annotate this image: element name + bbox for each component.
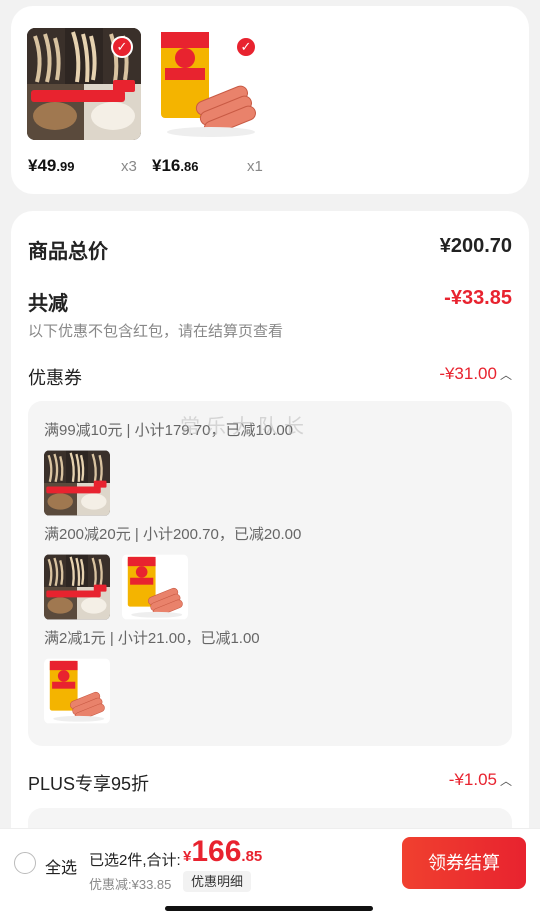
- discount-value: -¥33.85: [444, 287, 512, 309]
- discount-amount: 优惠减:¥33.85: [89, 877, 172, 892]
- discount-row: 共减 -¥33.85: [28, 287, 512, 316]
- select-all-radio[interactable]: [14, 852, 36, 874]
- product-quantity: x3: [121, 158, 137, 175]
- checkmark-icon[interactable]: ✓: [111, 36, 133, 58]
- checkout-button[interactable]: 领券结算: [402, 837, 526, 889]
- selected-products-card: ✓ ✓ ¥49.99 x3 ¥16.86 x1: [11, 6, 529, 194]
- coupon-title: 满2减1元 | 小计21.00，已减1.00: [44, 630, 260, 647]
- coupon-row[interactable]: 优惠券 -¥31.00 ︿: [28, 364, 512, 390]
- discount-label: 共减: [28, 293, 68, 315]
- product-image-sausage[interactable]: ✓: [151, 28, 265, 140]
- home-indicator[interactable]: [165, 906, 373, 911]
- discount-note: 以下优惠不包含红包，请在结算页查看: [28, 323, 284, 340]
- discount-detail-button[interactable]: 优惠明细: [183, 871, 252, 892]
- select-all-label[interactable]: 全选: [45, 854, 77, 878]
- sausage-photo: [44, 658, 110, 724]
- plus-label: PLUS专享95折: [28, 774, 150, 794]
- total-label: 商品总价: [28, 241, 108, 263]
- coupon-details: 满99减10元 | 小计179.70，已减10.00 满200减20元 | 小计…: [28, 401, 512, 746]
- total-value: ¥200.70: [439, 235, 512, 257]
- coupon-thumb-sausage: [122, 554, 188, 620]
- coupon-thumb-noodles: [44, 554, 110, 620]
- sausage-photo: [122, 554, 188, 620]
- noodles-photo: [44, 450, 110, 516]
- price-summary-card: 商品总价 ¥200.70 共减 -¥33.85 以下优惠不包含红包，请在结算页查…: [11, 211, 529, 919]
- coupon-thumb-sausage: [44, 658, 110, 724]
- product-price: ¥16.86: [152, 156, 199, 175]
- plus-discount-row[interactable]: PLUS专享95折 -¥1.05 ︿: [28, 770, 512, 796]
- coupon-value: -¥31.00 ︿: [439, 364, 512, 383]
- checkmark-icon[interactable]: ✓: [235, 36, 257, 58]
- total-row: 商品总价 ¥200.70: [28, 235, 512, 264]
- plus-value: -¥1.05 ︿: [448, 770, 512, 789]
- coupon-title: 满200减20元 | 小计200.70，已减20.00: [44, 526, 302, 543]
- coupon-thumb-noodles: [44, 450, 110, 516]
- noodles-photo: [44, 554, 110, 620]
- watermark: 常乐大队长: [180, 416, 310, 438]
- coupon-label: 优惠券: [28, 368, 82, 388]
- product-quantity: x1: [247, 158, 263, 175]
- chevron-up-icon[interactable]: ︿: [500, 774, 512, 788]
- product-price: ¥49.99: [28, 156, 75, 175]
- total-price: ¥166.85: [183, 835, 263, 868]
- product-image-noodles[interactable]: ✓: [27, 28, 141, 140]
- selected-count-label: 已选2件,合计:: [89, 852, 181, 869]
- chevron-up-icon[interactable]: ︿: [500, 368, 512, 382]
